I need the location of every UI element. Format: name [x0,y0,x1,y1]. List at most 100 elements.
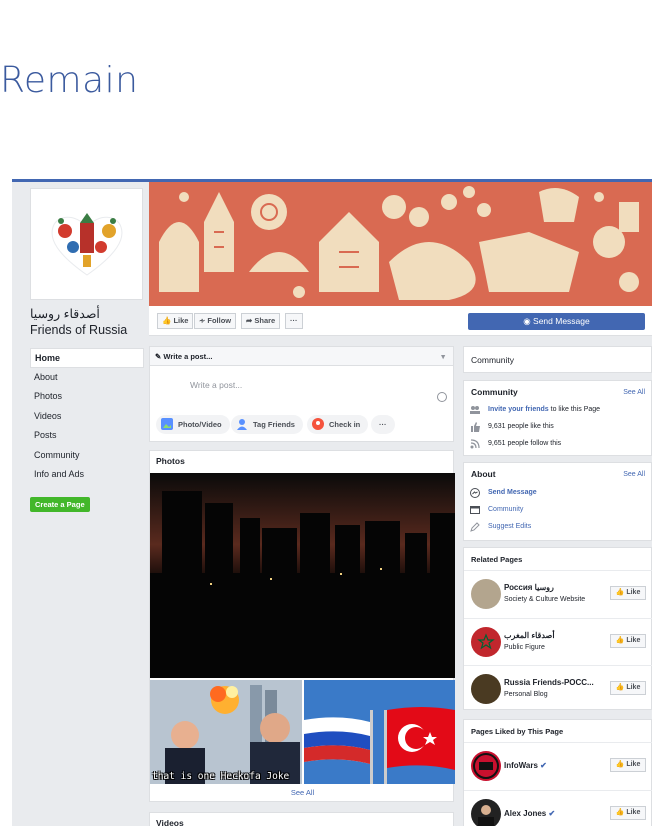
invite-friends-text: to like this Page [548,406,601,413]
like-label: Like [626,589,641,596]
nav-item-photos[interactable]: Photos [30,387,144,407]
like-label: Like [626,809,641,816]
dropdown-caret-icon[interactable]: ▾ [441,347,445,366]
nav-item-info-and-ads[interactable]: Info and Ads [30,465,144,485]
check-in-label: Check in [329,420,361,429]
related-page-avatar[interactable] [471,674,501,704]
videos-card: Videos [149,812,454,826]
nav-item-about[interactable]: About [30,368,144,388]
liked-page-item[interactable]: InfoWars ✔ 👍 Like [464,742,652,789]
liked-page-avatar[interactable] [471,751,501,781]
liked-page-name[interactable]: Alex Jones ✔ [504,809,555,818]
page-action-bar: 👍 Like ∻ Follow ➦ Share ··· ◉ Send Messa… [149,306,652,336]
suggest-edits-link[interactable]: Suggest Edits [488,523,531,530]
likes-count: 9,631 people like this [488,423,554,430]
share-button[interactable]: ➦ Share [241,313,281,329]
russian-pattern-cover [159,186,639,300]
like-label: Like [626,684,641,691]
tag-friends-icon [237,419,247,430]
related-page-category: Society & Culture Website [504,596,586,603]
photos-see-all-link[interactable]: See All [150,788,455,797]
person-icon [478,805,494,826]
suggest-edits-row[interactable]: Suggest Edits [464,518,651,535]
composer-more-button[interactable]: ··· [371,415,395,434]
photo-icon [161,418,173,430]
tag-friends-button[interactable]: Tag Friends [231,415,303,434]
verified-badge-icon: ✔ [548,809,556,818]
related-page-item[interactable]: Russia Friends-РОСС... Personal Blog 👍 L… [464,665,652,712]
like-page-button[interactable]: 👍 Like [157,313,194,329]
related-page-category: Public Figure [504,644,545,651]
follow-button[interactable]: ∻ Follow [194,313,237,329]
likes-count-row: 9,631 people like this [464,418,651,435]
related-page-like-button[interactable]: 👍 Like [610,586,646,600]
photo-video-label: Photo/Video [178,420,222,429]
liked-page-item[interactable]: Alex Jones ✔ 👍 Like [464,790,652,826]
photo-city-night[interactable] [150,473,455,678]
related-page-name[interactable]: Russia Friends-РОСС... [504,678,594,687]
meme-image [150,680,302,784]
composer-header[interactable]: ✎ Write a post... ▾ [150,347,453,366]
related-pages-card: Related Pages Россия روسيا Society & Cul… [463,547,652,710]
like-label: Like [626,637,641,644]
page-name[interactable]: أصدقاء روسيا Friends of Russia [30,306,144,338]
liked-page-like-button[interactable]: 👍 Like [610,758,646,772]
like-label: Like [626,761,641,768]
more-options-button[interactable]: ··· [285,313,303,329]
profile-picture[interactable] [30,188,143,300]
about-send-message-row[interactable]: Send Message [464,484,651,501]
community-tab-label: Community [471,355,514,365]
photo-video-button[interactable]: Photo/Video [156,415,230,434]
related-page-avatar[interactable] [471,627,501,657]
send-message-button[interactable]: ◉ Send Message [468,313,645,330]
nav-item-home[interactable]: Home [30,348,144,368]
related-page-item[interactable]: Россия روسيا Society & Culture Website 👍… [464,570,652,617]
invite-friends-link[interactable]: Invite your friends [488,406,549,413]
pages-liked-title: Pages Liked by This Page [471,727,564,736]
liked-page-like-button[interactable]: 👍 Like [610,806,646,820]
thumbs-up-icon [471,421,480,432]
related-page-like-button[interactable]: 👍 Like [610,681,646,695]
about-category-row[interactable]: Community [464,501,651,518]
city-skyline-image [150,473,455,678]
category-icon [470,505,480,514]
related-page-item[interactable]: أصدقاء المغرب Public Figure 👍 Like [464,618,652,665]
liked-page-name-text: Alex Jones [504,809,547,818]
liked-page-avatar[interactable] [471,799,501,826]
create-page-button[interactable]: Create a Page [30,496,90,512]
related-page-name[interactable]: Россия روسيا [504,583,554,592]
related-page-name[interactable]: أصدقاء المغرب [504,631,555,640]
about-see-all-link[interactable]: See All [623,471,645,478]
about-send-message-link[interactable]: Send Message [488,489,537,496]
infowars-logo-icon [473,753,499,779]
location-pin-icon [312,418,324,430]
related-page-avatar[interactable] [471,579,501,609]
emoji-icon[interactable] [437,392,447,402]
community-see-all-link[interactable]: See All [623,389,645,396]
cover-photo[interactable] [149,182,652,306]
page-nav: Home About Photos Videos Posts Community… [30,348,144,485]
invite-friends-row: Invite your friends to like this Page [464,401,651,418]
composer-input[interactable]: Write a post... [190,380,242,390]
pages-liked-card: Pages Liked by This Page InfoWars ✔ 👍 Li… [463,719,652,826]
about-category-link[interactable]: Community [488,506,523,513]
related-page-like-button[interactable]: 👍 Like [610,634,646,648]
liked-page-name-text: InfoWars [504,761,538,770]
photos-card: Photos that is one Heckofa Joke See All [149,450,455,802]
messenger-icon [470,487,480,498]
post-composer: ✎ Write a post... ▾ Write a post... Photo… [149,346,454,442]
follow-label: Follow [207,316,232,325]
send-message-label: Send Message [533,316,590,326]
pencil-icon [470,521,480,532]
follows-count-row: 9,651 people follow this [464,435,651,452]
nav-item-videos[interactable]: Videos [30,407,144,427]
photo-flags[interactable] [304,680,455,784]
nav-item-posts[interactable]: Posts [30,426,144,446]
document-heading: Remain [0,60,139,101]
nav-item-community[interactable]: Community [30,446,144,466]
check-in-button[interactable]: Check in [307,415,369,434]
composer-actions: Photo/Video Tag Friends Check in ··· [156,415,446,435]
photo-meme[interactable]: that is one Heckofa Joke [150,680,302,784]
liked-page-name[interactable]: InfoWars ✔ [504,761,547,770]
community-tab[interactable]: Community [463,346,652,373]
